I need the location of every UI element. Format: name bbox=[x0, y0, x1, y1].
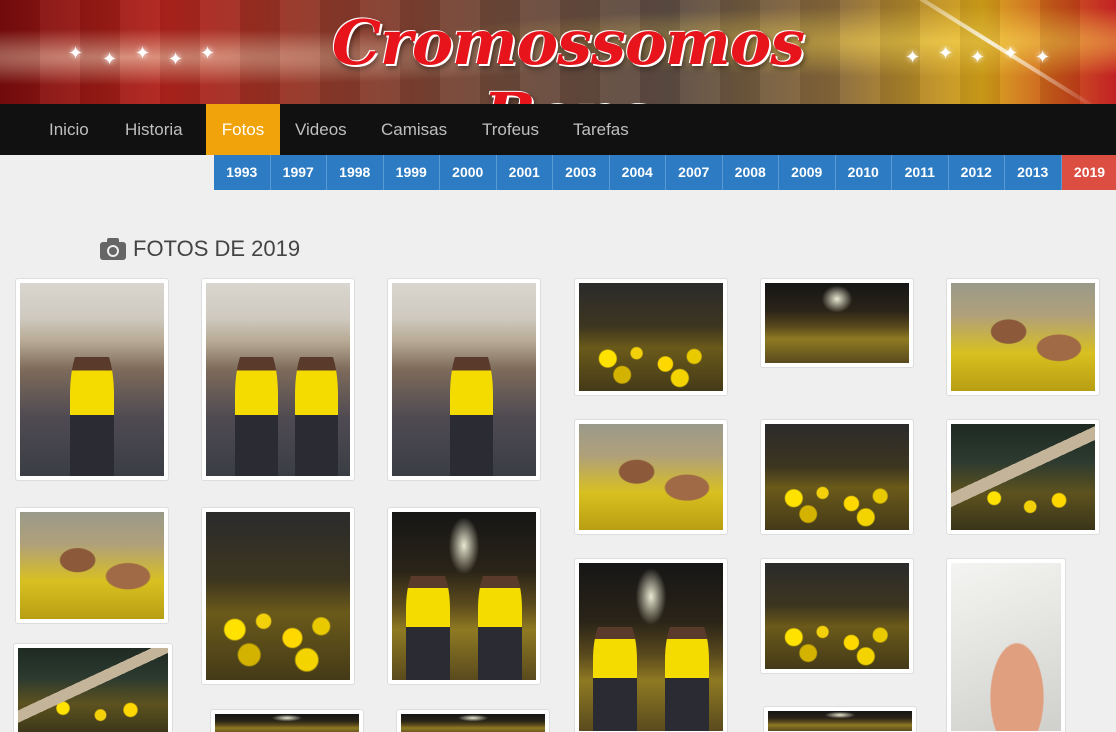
star-icon: ✦ bbox=[905, 47, 921, 67]
photo-subject bbox=[593, 613, 637, 731]
photo-image bbox=[951, 424, 1095, 530]
star-icon: ✦ bbox=[200, 43, 216, 63]
year-tab-2001[interactable]: 2001 bbox=[496, 155, 553, 190]
photo-subject bbox=[406, 562, 450, 680]
photo-image bbox=[579, 283, 723, 391]
nav-item-videos[interactable]: Videos bbox=[281, 104, 361, 155]
photo-image bbox=[579, 563, 723, 731]
photo-thumb-1[interactable] bbox=[15, 278, 169, 481]
main-navbar: Inicio Historia Fotos Videos Camisas Tro… bbox=[0, 104, 1116, 155]
photo-thumb-2[interactable] bbox=[201, 278, 355, 481]
photo-thumb-6[interactable] bbox=[946, 278, 1100, 396]
photo-thumb-17[interactable] bbox=[210, 709, 364, 732]
photo-thumb-7[interactable] bbox=[574, 419, 728, 535]
nav-item-camisas[interactable]: Camisas bbox=[367, 104, 461, 155]
photo-image bbox=[951, 563, 1061, 731]
star-icon: ✦ bbox=[135, 43, 151, 63]
year-tab-2012[interactable]: 2012 bbox=[948, 155, 1005, 190]
star-icon: ✦ bbox=[102, 49, 118, 69]
photo-thumb-16[interactable] bbox=[13, 643, 173, 732]
photo-image bbox=[20, 512, 164, 619]
photo-subject bbox=[665, 613, 709, 731]
photo-image bbox=[765, 283, 909, 363]
photo-image bbox=[206, 512, 350, 680]
photo-thumb-5[interactable] bbox=[760, 278, 914, 368]
photo-thumb-19[interactable] bbox=[763, 706, 917, 732]
photo-thumb-4[interactable] bbox=[574, 278, 728, 396]
nav-item-inicio[interactable]: Inicio bbox=[35, 104, 103, 155]
photo-image bbox=[392, 512, 536, 680]
year-tab-2004[interactable]: 2004 bbox=[609, 155, 666, 190]
site-logo-title[interactable]: Cromossomos Bons bbox=[258, 6, 878, 104]
photo-thumb-14[interactable] bbox=[760, 558, 914, 674]
nav-item-historia[interactable]: Historia bbox=[111, 104, 197, 155]
nav-item-tarefas[interactable]: Tarefas bbox=[559, 104, 643, 155]
photo-image bbox=[765, 424, 909, 530]
photo-thumb-18[interactable] bbox=[396, 709, 550, 732]
photo-image bbox=[18, 648, 168, 732]
star-icon: ✦ bbox=[1035, 47, 1051, 67]
photo-thumb-10[interactable] bbox=[15, 507, 169, 624]
year-tab-2008[interactable]: 2008 bbox=[722, 155, 779, 190]
photo-image bbox=[765, 563, 909, 669]
photo-thumb-15[interactable] bbox=[946, 558, 1066, 732]
year-tab-2000[interactable]: 2000 bbox=[440, 155, 497, 190]
year-tab-1998[interactable]: 1998 bbox=[327, 155, 384, 190]
year-tab-2009[interactable]: 2009 bbox=[779, 155, 836, 190]
photo-thumb-12[interactable] bbox=[387, 507, 541, 685]
year-tab-2007[interactable]: 2007 bbox=[666, 155, 723, 190]
photo-image bbox=[951, 283, 1095, 391]
photo-subject bbox=[234, 340, 278, 476]
year-tab-1993[interactable]: 1993 bbox=[214, 155, 271, 190]
camera-icon bbox=[100, 238, 126, 260]
photo-thumb-8[interactable] bbox=[760, 419, 914, 535]
photo-image bbox=[401, 714, 545, 732]
nav-item-trofeus[interactable]: Trofeus bbox=[468, 104, 553, 155]
year-tab-1997[interactable]: 1997 bbox=[270, 155, 327, 190]
page-title: FOTOS DE 2019 bbox=[133, 236, 301, 261]
photo-image bbox=[215, 714, 359, 732]
photo-image bbox=[392, 283, 536, 476]
photo-image bbox=[579, 424, 723, 530]
photo-thumb-9[interactable] bbox=[946, 419, 1100, 535]
photo-subject bbox=[478, 562, 522, 680]
year-tab-2010[interactable]: 2010 bbox=[835, 155, 892, 190]
star-icon: ✦ bbox=[938, 43, 954, 63]
nav-item-fotos[interactable]: Fotos bbox=[206, 104, 280, 155]
year-tab-2011[interactable]: 2011 bbox=[892, 155, 949, 190]
photo-image bbox=[20, 283, 164, 476]
star-icon: ✦ bbox=[1003, 43, 1019, 63]
star-icon: ✦ bbox=[168, 49, 184, 69]
photo-thumb-11[interactable] bbox=[201, 507, 355, 685]
year-tab-1999[interactable]: 1999 bbox=[383, 155, 440, 190]
section-heading: FOTOS DE 2019 bbox=[99, 234, 300, 264]
photo-subject bbox=[449, 340, 493, 476]
photo-thumb-13[interactable] bbox=[574, 558, 728, 732]
star-icon: ✦ bbox=[970, 47, 986, 67]
year-tab-2003[interactable]: 2003 bbox=[553, 155, 610, 190]
photo-thumb-3[interactable] bbox=[387, 278, 541, 481]
year-selector: 1993 1997 1998 1999 2000 2001 2003 2004 … bbox=[214, 155, 1116, 190]
year-tab-2013[interactable]: 2013 bbox=[1005, 155, 1062, 190]
year-tab-2019[interactable]: 2019 bbox=[1061, 155, 1116, 190]
photo-image bbox=[206, 283, 350, 476]
photo-subject bbox=[70, 340, 114, 476]
photo-subject bbox=[295, 340, 339, 476]
header-banner: ✦ ✦ ✦ ✦ ✦ ✦ ✦ ✦ ✦ ✦ Cromossomos Bons bbox=[0, 0, 1116, 104]
photo-image bbox=[768, 711, 912, 731]
star-icon: ✦ bbox=[68, 43, 84, 63]
